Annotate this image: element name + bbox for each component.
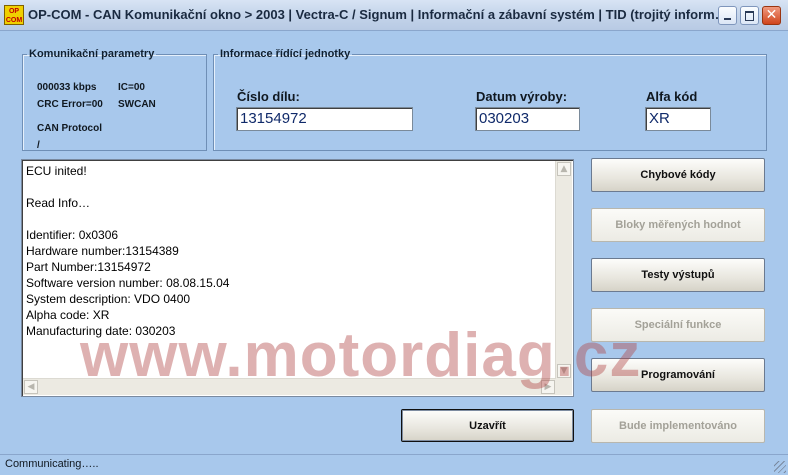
part-number-label: Číslo dílu:	[237, 89, 300, 104]
log-line: Part Number:13154972	[26, 260, 151, 274]
log-line: Software version number: 08.08.15.04	[26, 276, 230, 290]
opcom-app-icon: OP COM	[4, 5, 24, 25]
scroll-left-icon[interactable]: ◀	[24, 380, 38, 394]
title-bar[interactable]: OP COM OP-COM - CAN Komunikační okno > 2…	[0, 0, 788, 31]
manufacture-date-field[interactable]: 030203	[475, 107, 580, 131]
minimize-button[interactable]	[718, 6, 737, 25]
log-line: Hardware number:13154389	[26, 244, 179, 258]
log-vertical-scrollbar[interactable]: ▲ ▼	[555, 161, 572, 379]
close-window-button[interactable]: ✕	[762, 6, 781, 25]
communication-parameters-legend: Komunikační parametry	[29, 48, 155, 60]
scroll-right-icon[interactable]: ▶	[541, 380, 555, 394]
scroll-up-icon[interactable]: ▲	[557, 162, 571, 176]
icon-label-bottom: COM	[5, 17, 23, 24]
log-line: ECU inited!	[26, 164, 87, 178]
bus-type: SWCAN	[118, 99, 156, 110]
communication-log[interactable]: ECU inited! Read Info… Identifier: 0x030…	[21, 159, 574, 397]
measured-value-blocks-button[interactable]: Bloky měřených hodnot	[591, 208, 765, 242]
window-title: OP-COM - CAN Komunikační okno > 2003 | V…	[28, 7, 718, 22]
maximize-button[interactable]	[740, 6, 759, 25]
output-tests-button[interactable]: Testy výstupů	[591, 258, 765, 292]
ecu-information-legend: Informace řídící jednotky	[220, 48, 351, 60]
protocol-label: CAN Protocol	[37, 123, 102, 134]
ic-value: IC=00	[118, 82, 145, 93]
log-line: Manufacturing date: 030203	[26, 324, 176, 338]
resize-grip-icon[interactable]	[774, 461, 786, 473]
scrollbar-corner	[556, 379, 572, 395]
future-function-button[interactable]: Bude implementováno	[591, 409, 765, 443]
maximize-icon	[741, 7, 758, 24]
error-codes-button[interactable]: Chybové kódy	[591, 158, 765, 192]
scroll-down-icon[interactable]: ▼	[557, 364, 571, 378]
log-line: Alpha code: XR	[26, 308, 110, 322]
communication-parameters-group: Komunikační parametry 000033 kbps IC=00 …	[22, 48, 207, 151]
log-lines: ECU inited! Read Info… Identifier: 0x030…	[26, 163, 551, 339]
status-text: Communicating…..	[5, 458, 99, 470]
log-horizontal-scrollbar[interactable]: ◀ ▶	[23, 378, 556, 395]
close-button[interactable]: Uzavřít	[401, 409, 574, 442]
alpha-code-label: Alfa kód	[646, 89, 698, 104]
close-icon: ✕	[765, 7, 778, 23]
status-bar: Communicating…..	[0, 454, 788, 475]
alpha-code-field[interactable]: XR	[645, 107, 711, 131]
log-line: Read Info…	[26, 196, 91, 210]
protocol-value: /	[37, 140, 40, 151]
log-line: Identifier: 0x0306	[26, 228, 119, 242]
manufacture-date-label: Datum výroby:	[476, 89, 568, 104]
log-line: System description: VDO 0400	[26, 292, 191, 306]
opcom-can-window: OP COM OP-COM - CAN Komunikační okno > 2…	[0, 0, 788, 475]
icon-label-top: OP	[8, 8, 20, 15]
crc-error-count: CRC Error=00	[37, 99, 103, 110]
ecu-information-group: Informace řídící jednotky Číslo dílu: 13…	[213, 48, 767, 151]
special-functions-button[interactable]: Speciální funkce	[591, 308, 765, 342]
programming-button[interactable]: Programování	[591, 358, 765, 392]
part-number-field[interactable]: 13154972	[236, 107, 413, 131]
baud-rate: 000033 kbps	[37, 82, 97, 93]
minimize-icon	[719, 7, 736, 24]
